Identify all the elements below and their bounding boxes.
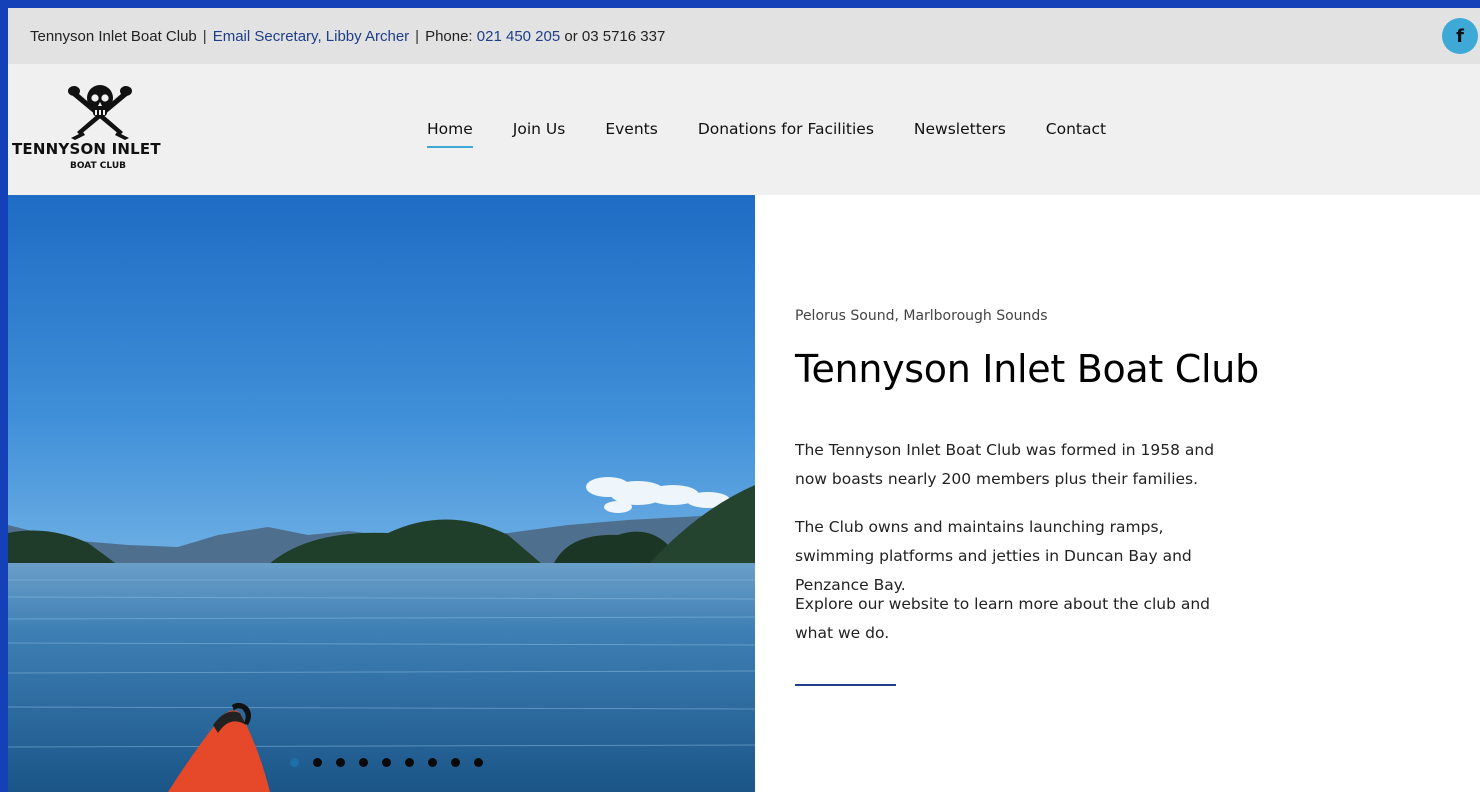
phone-primary-link[interactable]: 021 450 205 bbox=[477, 28, 560, 45]
frame-border-left bbox=[0, 0, 8, 792]
slideshow-dots bbox=[290, 758, 497, 767]
intro-paragraph: The Club owns and maintains launching ra… bbox=[795, 518, 1192, 594]
intro-paragraph: The Tennyson Inlet Boat Club was formed … bbox=[795, 441, 1215, 488]
slide-dot[interactable] bbox=[428, 758, 437, 767]
phone-secondary: or 03 5716 337 bbox=[564, 27, 666, 45]
logo-title: TENNYSON INLET bbox=[12, 140, 161, 158]
slide-dot[interactable] bbox=[290, 758, 299, 767]
separator: | bbox=[415, 27, 420, 45]
hero-image-sound-kayak bbox=[8, 195, 755, 792]
facebook-icon[interactable]: f bbox=[1442, 18, 1478, 54]
nav-events[interactable]: Events bbox=[605, 120, 657, 146]
slide-dot[interactable] bbox=[336, 758, 345, 767]
intro-paragraph: Explore our website to learn more about … bbox=[795, 595, 1211, 642]
main-navigation: Home Join Us Events Donations for Facili… bbox=[427, 120, 1146, 148]
slide-dot[interactable] bbox=[451, 758, 460, 767]
club-name-text: Tennyson Inlet Boat Club bbox=[30, 27, 197, 45]
logo-subtitle: BOAT CLUB bbox=[70, 161, 126, 171]
phone-label: Phone: bbox=[425, 27, 473, 45]
divider bbox=[795, 684, 896, 686]
nav-home[interactable]: Home bbox=[427, 120, 473, 148]
location-subtitle: Pelorus Sound, Marlborough Sounds bbox=[795, 308, 1048, 324]
hero-slideshow[interactable] bbox=[8, 195, 755, 792]
top-info-bar: Tennyson Inlet Boat Club | Email Secreta… bbox=[8, 8, 1480, 64]
site-logo[interactable]: TENNYSON INLET BOAT CLUB bbox=[12, 82, 182, 178]
nav-newsletters[interactable]: Newsletters bbox=[914, 120, 1006, 146]
nav-join-us[interactable]: Join Us bbox=[513, 120, 566, 146]
email-secretary-link[interactable]: Email Secretary, Libby Archer bbox=[213, 28, 409, 45]
slide-dot[interactable] bbox=[359, 758, 368, 767]
slide-dot[interactable] bbox=[313, 758, 322, 767]
nav-donations[interactable]: Donations for Facilities bbox=[698, 120, 874, 146]
frame-border-top bbox=[0, 0, 1480, 8]
separator: | bbox=[202, 27, 207, 45]
slide-dot[interactable] bbox=[382, 758, 391, 767]
skull-crossed-oars-icon bbox=[68, 85, 132, 140]
site-header: TENNYSON INLET BOAT CLUB Home Join Us Ev… bbox=[8, 64, 1480, 195]
nav-contact[interactable]: Contact bbox=[1046, 120, 1106, 146]
slide-dot[interactable] bbox=[474, 758, 483, 767]
slide-dot[interactable] bbox=[405, 758, 414, 767]
page-title: Tennyson Inlet Boat Club bbox=[795, 347, 1259, 391]
